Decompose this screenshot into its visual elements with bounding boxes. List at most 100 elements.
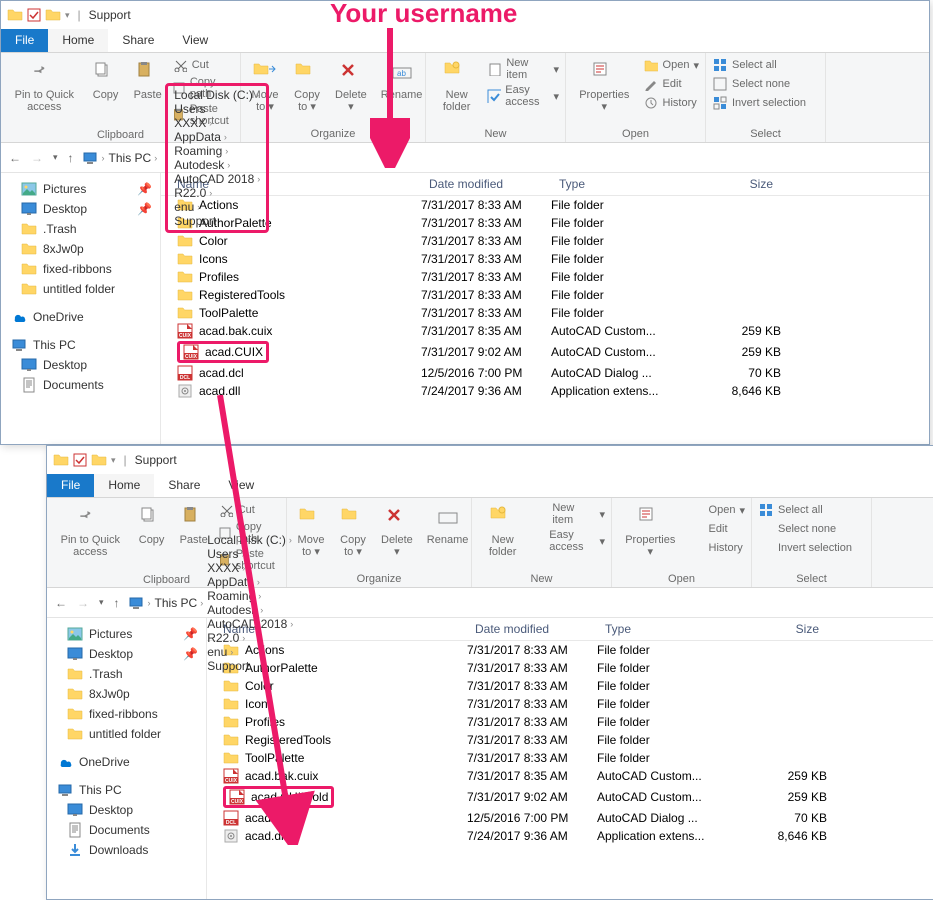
file-row[interactable]: acad.dcl 12/5/2016 7:00 PM AutoCAD Dialo… (161, 364, 929, 382)
sidebar-thispc[interactable]: This PC (47, 780, 206, 800)
sidebar-documents[interactable]: Documents (47, 820, 206, 840)
file-row[interactable]: acad.dll 7/24/2017 9:36 AM Application e… (161, 382, 929, 400)
file-row[interactable]: Actions 7/31/2017 8:33 AM File folder (161, 196, 929, 214)
rename-button[interactable]: abRename (377, 57, 427, 103)
pin-to-quick-access-button[interactable]: Pin to Quick access (53, 502, 128, 560)
breadcrumb-seg[interactable]: XXXX › (174, 116, 260, 130)
new-folder-button[interactable]: New folder (478, 502, 527, 560)
breadcrumb-seg[interactable]: Support (174, 214, 260, 228)
sidebar-onedrive[interactable]: OneDrive (1, 307, 160, 327)
sidebar-desktop2[interactable]: Desktop (47, 800, 206, 820)
tab-view[interactable]: View (168, 29, 222, 52)
tab-file[interactable]: File (47, 474, 94, 497)
file-row[interactable]: acad.CUIX 7/31/2017 9:02 AM AutoCAD Cust… (161, 340, 929, 364)
checkbox-icon[interactable] (73, 453, 87, 467)
sidebar-thispc[interactable]: This PC (1, 335, 160, 355)
sidebar-rand[interactable]: 8xJw0p (1, 239, 160, 259)
file-row[interactable]: Icons 7/31/2017 8:33 AM File folder (161, 250, 929, 268)
sidebar-trash[interactable]: .Trash (1, 219, 160, 239)
file-row[interactable]: RegisteredTools 7/31/2017 8:33 AM File f… (207, 731, 933, 749)
breadcrumb-seg[interactable]: Local Disk (C:) › (207, 533, 293, 547)
breadcrumb-seg[interactable]: Roaming › (174, 144, 260, 158)
file-row[interactable]: Profiles 7/31/2017 8:33 AM File folder (161, 268, 929, 286)
sidebar-pictures[interactable]: Pictures📌 (1, 179, 160, 199)
file-row[interactable]: acad.dcl 12/5/2016 7:00 PM AutoCAD Dialo… (207, 809, 933, 827)
select-none-button[interactable]: Select none (758, 521, 852, 537)
titlebar[interactable]: ▾ | Support (47, 446, 933, 474)
pin-to-quick-access-button[interactable]: Pin to Quick access (7, 57, 82, 115)
file-row[interactable]: acad.bak.cuix 7/31/2017 8:35 AM AutoCAD … (207, 767, 933, 785)
properties-button[interactable]: Properties ▾ (618, 502, 683, 560)
sidebar-downloads[interactable]: Downloads (47, 840, 206, 860)
edit-button[interactable]: Edit (689, 521, 745, 537)
open-button[interactable]: Open ▾ (643, 57, 699, 73)
tab-home[interactable]: Home (48, 29, 108, 52)
file-row[interactable]: Color 7/31/2017 8:33 AM File folder (207, 677, 933, 695)
forward-button[interactable]: → (31, 151, 43, 165)
breadcrumb-seg[interactable]: Local Disk (C:) › (174, 88, 260, 102)
rename-button[interactable]: Rename (423, 502, 473, 548)
select-all-button[interactable]: Select all (758, 502, 852, 518)
up-button[interactable]: ↑ (68, 151, 74, 165)
invert-selection-button[interactable]: Invert selection (758, 540, 852, 556)
new-item-button[interactable]: New item ▾ (533, 502, 605, 526)
copy-to-button[interactable]: Copy to ▾ (335, 502, 371, 560)
select-none-button[interactable]: Select none (712, 76, 806, 92)
address-bar[interactable]: ← → ▾ ↑ › This PC › Local Disk (C:) › Us… (47, 588, 933, 618)
delete-button[interactable]: Delete ▾ (377, 502, 417, 560)
breadcrumb-seg[interactable]: Autodesk › (174, 158, 260, 172)
paste-button[interactable]: Paste (130, 57, 166, 103)
breadcrumb-seg[interactable]: AppData › (207, 575, 293, 589)
chevron-down-icon[interactable]: ▾ (111, 455, 116, 466)
copy-button[interactable]: Copy (88, 57, 124, 103)
new-item-button[interactable]: New item ▾ (487, 57, 559, 81)
new-folder-button[interactable]: New folder (432, 57, 481, 115)
sidebar-untitled[interactable]: untitled folder (47, 724, 206, 744)
copy-to-button[interactable]: Copy to ▾ (289, 57, 325, 115)
open-button[interactable]: Open ▾ (689, 502, 745, 518)
file-row[interactable]: ToolPalette 7/31/2017 8:33 AM File folde… (161, 304, 929, 322)
sidebar-fixed[interactable]: fixed-ribbons (1, 259, 160, 279)
file-row[interactable]: AuthorPalette 7/31/2017 8:33 AM File fol… (161, 214, 929, 232)
breadcrumb-seg[interactable]: enu › (207, 645, 293, 659)
col-size[interactable]: Size (681, 177, 781, 191)
breadcrumb-seg[interactable]: AutoCAD 2018 › (174, 172, 260, 186)
col-size[interactable]: Size (727, 622, 827, 636)
properties-button[interactable]: Properties ▾ (572, 57, 637, 115)
back-button[interactable]: ← (55, 596, 67, 610)
invert-selection-button[interactable]: Invert selection (712, 95, 806, 111)
cut-button[interactable]: Cut (172, 57, 234, 73)
breadcrumb-seg[interactable]: XXXX › (207, 561, 293, 575)
delete-button[interactable]: Delete ▾ (331, 57, 371, 115)
back-button[interactable]: ← (9, 151, 21, 165)
file-row[interactable]: Profiles 7/31/2017 8:33 AM File folder (207, 713, 933, 731)
sidebar-desktop[interactable]: Desktop📌 (1, 199, 160, 219)
file-row[interactable]: Icons 7/31/2017 8:33 AM File folder (207, 695, 933, 713)
easy-access-button[interactable]: Easy access ▾ (533, 529, 605, 553)
breadcrumb-seg[interactable]: AppData › (174, 130, 260, 144)
breadcrumb-seg[interactable]: Roaming › (207, 589, 293, 603)
file-row[interactable]: acad.bak.cuix 7/31/2017 8:35 AM AutoCAD … (161, 322, 929, 340)
file-row[interactable]: RegisteredTools 7/31/2017 8:33 AM File f… (161, 286, 929, 304)
col-type[interactable]: Type (551, 177, 681, 191)
sidebar-rand[interactable]: 8xJw0p (47, 684, 206, 704)
tab-home[interactable]: Home (94, 474, 154, 497)
cut-button[interactable]: Cut (218, 502, 280, 518)
sidebar-desktop2[interactable]: Desktop (1, 355, 160, 375)
file-row[interactable]: AuthorPalette 7/31/2017 8:33 AM File fol… (207, 659, 933, 677)
sidebar-untitled[interactable]: untitled folder (1, 279, 160, 299)
easy-access-button[interactable]: Easy access ▾ (487, 84, 559, 108)
chevron-down-icon[interactable]: ▾ (65, 10, 70, 21)
breadcrumb-seg[interactable]: AutoCAD 2018 › (207, 617, 293, 631)
col-type[interactable]: Type (597, 622, 727, 636)
breadcrumb-seg[interactable]: This PC › (109, 151, 158, 165)
sidebar-documents[interactable]: Documents (1, 375, 160, 395)
breadcrumb-seg[interactable]: This PC › (155, 596, 204, 610)
history-button[interactable]: History (643, 95, 699, 111)
file-row[interactable]: acad.dll 7/24/2017 9:36 AM Application e… (207, 827, 933, 845)
move-to-button[interactable]: Move to ▾ (293, 502, 329, 560)
up-button[interactable]: ↑ (114, 596, 120, 610)
tab-view[interactable]: View (214, 474, 268, 497)
sidebar-fixed[interactable]: fixed-ribbons (47, 704, 206, 724)
breadcrumb-seg[interactable]: Support (207, 659, 293, 673)
